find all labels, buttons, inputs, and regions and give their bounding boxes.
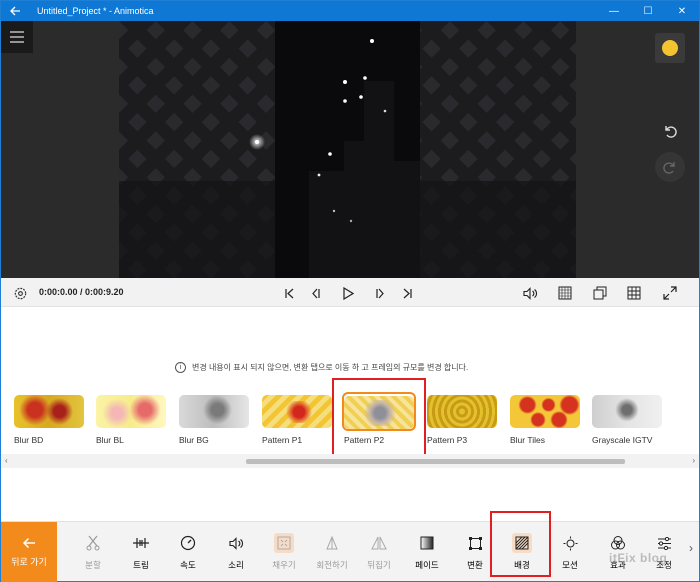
checkerboard-icon[interactable] [556, 284, 574, 302]
selected-preset-border [342, 392, 416, 431]
window-title: Untitled_Project * - Animotica [37, 6, 154, 16]
fullscreen-icon[interactable] [661, 284, 679, 302]
tool-trim-button[interactable]: 트림 [118, 522, 164, 582]
preset-thumb-blur-bg[interactable] [179, 395, 249, 428]
back-button-label: 뒤로 가기 [11, 556, 47, 567]
info-icon: i [175, 362, 186, 373]
previous-frame-icon[interactable] [307, 284, 325, 302]
tool-flip-button[interactable]: 뒤집기 [356, 522, 402, 582]
redo-button[interactable] [655, 152, 685, 182]
undo-icon [665, 126, 677, 138]
next-frame-icon[interactable] [370, 284, 388, 302]
skip-end-icon[interactable] [398, 284, 416, 302]
skip-start-icon[interactable] [280, 284, 298, 302]
menu-icon[interactable] [1, 21, 33, 53]
preview-area [1, 21, 699, 278]
grid-icon[interactable] [625, 284, 643, 302]
scrollbar-thumb[interactable] [246, 459, 625, 464]
volume-icon [226, 533, 246, 553]
scroll-right-icon[interactable]: › [692, 456, 695, 465]
preset-label: Blur Tiles [510, 435, 545, 445]
video-preview[interactable] [119, 21, 576, 278]
scroll-left-icon[interactable]: ‹ [5, 456, 8, 465]
scissors-icon [83, 533, 103, 553]
preset-thumb-blur-tiles[interactable] [510, 395, 580, 428]
close-button[interactable]: ✕ [665, 1, 699, 21]
fade-icon [417, 533, 437, 553]
preset-label: Blur BD [14, 435, 44, 445]
watermark: itFix blog [609, 551, 668, 565]
smiley-icon [662, 40, 678, 56]
preset-label: Grayscale IGTV [592, 435, 653, 445]
app-window: Untitled_Project * - Animotica — ☐ ✕ 0:0… [0, 0, 700, 582]
preset-label: Blur BG [179, 435, 209, 445]
tool-motion-button[interactable]: 모션 [547, 522, 593, 582]
chevron-right-icon[interactable]: › [689, 541, 693, 555]
preset-thumb-grayscale-igtv[interactable] [592, 395, 662, 428]
undo-button[interactable] [655, 116, 685, 146]
volume-icon[interactable] [521, 284, 539, 302]
adjust-icon [654, 533, 674, 553]
preset-thumb-pattern-p1[interactable] [262, 395, 332, 428]
maximize-button[interactable]: ☐ [631, 1, 665, 21]
aspect-ratio-icon[interactable] [591, 284, 609, 302]
back-arrow-icon [22, 537, 35, 548]
effects-icon [608, 533, 628, 553]
time-display: 0:00:0.00 / 0:00:9.20 [39, 287, 124, 297]
preset-label: Blur BL [96, 435, 124, 445]
back-arrow-icon[interactable] [1, 1, 29, 21]
tool-rotate-button[interactable]: 회전하기 [309, 522, 355, 582]
transform-icon [465, 533, 485, 553]
info-message: i 변경 내용이 표시 되지 않으면, 변환 탭으로 이동 하 고 프레임의 규… [175, 362, 468, 373]
emoji-sticker-button[interactable] [655, 33, 685, 63]
tool-fill-button[interactable]: 채우기 [261, 522, 307, 582]
horizontal-scrollbar[interactable]: ‹ › [1, 454, 699, 468]
tool-speed-button[interactable]: 속도 [165, 522, 211, 582]
playback-bar: 0:00:0.00 / 0:00:9.20 [1, 278, 699, 307]
trim-icon [131, 533, 151, 553]
speed-icon [178, 533, 198, 553]
tool-sound-button[interactable]: 소리 [213, 522, 259, 582]
preset-thumb-pattern-p3[interactable] [427, 395, 497, 428]
redo-icon [663, 162, 675, 174]
tool-fade-button[interactable]: 페이드 [404, 522, 450, 582]
preset-thumb-blur-bl[interactable] [96, 395, 166, 428]
preset-label: Pattern P1 [262, 435, 303, 445]
flip-icon [369, 533, 389, 553]
tool-split-button[interactable]: 분할 [70, 522, 116, 582]
motion-icon [560, 533, 580, 553]
fill-icon [274, 533, 294, 553]
rotate-icon [322, 533, 342, 553]
preset-thumb-blur-bd[interactable] [14, 395, 84, 428]
minimize-button[interactable]: — [597, 1, 631, 21]
title-bar: Untitled_Project * - Animotica — ☐ ✕ [1, 1, 699, 21]
preset-label: Pattern P3 [427, 435, 468, 445]
play-icon[interactable] [339, 284, 357, 302]
tool-highlight-box [490, 511, 551, 577]
back-button[interactable]: 뒤로 가기 [1, 522, 57, 582]
info-text: 변경 내용이 표시 되지 않으면, 변환 탭으로 이동 하 고 프레임의 규모를… [192, 363, 469, 372]
settings-gear-icon[interactable] [11, 284, 29, 302]
bottom-toolbar: 뒤로 가기 분할 트림 속도 소리 채우기 회전하기 뒤집기 페이드 변환 배경… [1, 521, 699, 582]
